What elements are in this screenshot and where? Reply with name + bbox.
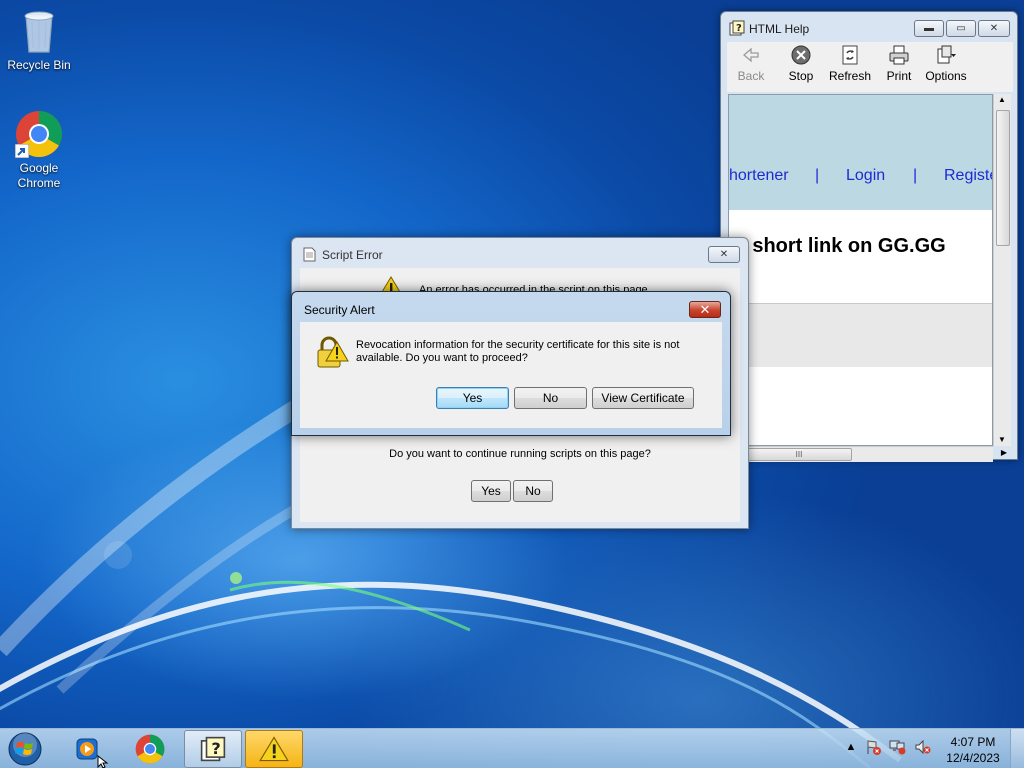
script-error-title: Script Error bbox=[322, 248, 383, 262]
chrome-label: Google Chrome bbox=[17, 161, 61, 190]
refresh-button[interactable]: Refresh bbox=[827, 44, 873, 90]
security-alert-title: Security Alert bbox=[304, 303, 375, 317]
horizontal-scroll-thumb[interactable]: III bbox=[746, 448, 852, 461]
security-yes-button[interactable]: Yes bbox=[436, 387, 509, 409]
print-label: Print bbox=[886, 69, 912, 83]
options-icon bbox=[935, 44, 957, 66]
site-header-band bbox=[729, 95, 992, 210]
stop-label: Stop bbox=[788, 69, 814, 83]
show-hidden-icons-button[interactable]: ▲ bbox=[842, 737, 860, 757]
clock-time: 4:07 PM bbox=[950, 735, 996, 749]
system-clock[interactable]: 4:07 PM 12/4/2023 bbox=[940, 734, 1006, 766]
options-label: Options bbox=[925, 69, 967, 83]
close-icon: ✕ bbox=[699, 301, 711, 317]
options-button[interactable]: Options bbox=[923, 44, 969, 90]
maximize-icon: ▭ bbox=[956, 23, 966, 34]
help-content-pane: hortener | Login | Registe et short link… bbox=[728, 94, 993, 446]
scroll-up-icon[interactable]: ▲ bbox=[998, 95, 1006, 104]
page-heading: et short link on GG.GG bbox=[729, 235, 946, 257]
vertical-scrollbar[interactable]: ▲ ▼ bbox=[993, 94, 1011, 446]
minimize-button[interactable]: ▬ bbox=[914, 20, 944, 37]
close-icon: ✕ bbox=[989, 23, 999, 34]
windows-logo-icon bbox=[8, 732, 42, 766]
security-alert-body: Revocation information for the security … bbox=[300, 322, 722, 428]
security-alert-message: Revocation information for the security … bbox=[356, 339, 680, 364]
taskbar-security-alert[interactable] bbox=[245, 730, 303, 768]
document-icon bbox=[303, 247, 316, 265]
security-no-button[interactable]: No bbox=[514, 387, 587, 409]
back-arrow-icon bbox=[740, 44, 762, 66]
maximize-button[interactable]: ▭ bbox=[946, 20, 976, 37]
network-icon[interactable] bbox=[889, 737, 907, 757]
vertical-scroll-thumb[interactable] bbox=[996, 110, 1010, 246]
volume-muted-icon[interactable] bbox=[914, 737, 932, 757]
close-button[interactable]: ✕ bbox=[978, 20, 1010, 37]
taskbar-html-help[interactable]: ? bbox=[184, 730, 242, 768]
taskbar-chrome[interactable] bbox=[121, 730, 179, 768]
warning-icon bbox=[259, 736, 289, 762]
nav-link-shortener[interactable]: hortener bbox=[729, 167, 789, 185]
action-center-icon[interactable] bbox=[864, 737, 882, 757]
back-label: Back bbox=[737, 69, 765, 83]
chrome-icon bbox=[135, 734, 165, 764]
security-close-button[interactable]: ✕ bbox=[689, 301, 721, 318]
recycle-bin-label: Recycle Bin bbox=[7, 58, 71, 72]
print-button[interactable]: Print bbox=[881, 44, 917, 90]
recycle-bin-icon bbox=[21, 8, 57, 54]
desktop-icon-google-chrome[interactable]: Google Chrome bbox=[1, 110, 77, 191]
svg-text:?: ? bbox=[211, 739, 220, 758]
chevron-up-icon: ▲ bbox=[845, 741, 857, 753]
horizontal-scrollbar[interactable]: III ▶ bbox=[728, 446, 1007, 462]
printer-icon bbox=[888, 44, 910, 66]
help-icon: ? bbox=[200, 736, 226, 762]
help-window-title: HTML Help bbox=[749, 22, 810, 36]
stop-icon bbox=[790, 44, 812, 66]
stop-button[interactable]: Stop bbox=[781, 44, 821, 90]
desktop-icon-recycle-bin[interactable]: Recycle Bin bbox=[1, 8, 77, 73]
script-yes-button[interactable]: Yes bbox=[471, 480, 511, 502]
html-help-window: ? HTML Help ▬ ▭ ✕ Back Stop Refresh Prin… bbox=[720, 11, 1018, 462]
script-no-button[interactable]: No bbox=[513, 480, 553, 502]
refresh-icon bbox=[839, 44, 861, 66]
nav-separator: | bbox=[815, 167, 820, 184]
nav-link-register[interactable]: Registe bbox=[944, 167, 992, 185]
help-icon: ? bbox=[729, 20, 745, 36]
clock-date: 12/4/2023 bbox=[946, 751, 1000, 765]
taskbar: ? ▲ 4:07 PM 12/4/2023 bbox=[0, 728, 1024, 768]
script-close-button[interactable]: ✕ bbox=[708, 246, 740, 263]
close-icon: ✕ bbox=[719, 249, 729, 260]
minimize-icon: ▬ bbox=[924, 23, 934, 34]
scroll-right-icon[interactable]: ▶ bbox=[1001, 448, 1007, 457]
content-gray-band bbox=[729, 303, 992, 367]
help-toolbar: Back Stop Refresh Print Options bbox=[727, 42, 1013, 92]
back-button[interactable]: Back bbox=[731, 44, 771, 90]
svg-text:?: ? bbox=[736, 23, 742, 34]
mouse-cursor-icon bbox=[97, 755, 109, 768]
show-desktop-button[interactable] bbox=[1010, 729, 1024, 768]
nav-separator: | bbox=[913, 167, 918, 184]
refresh-label: Refresh bbox=[828, 69, 872, 83]
padlock-warning-icon bbox=[315, 336, 349, 373]
shortcut-arrow-icon bbox=[15, 144, 29, 158]
scroll-down-icon[interactable]: ▼ bbox=[998, 435, 1006, 444]
nav-link-login[interactable]: Login bbox=[846, 167, 885, 185]
media-player-icon bbox=[76, 738, 98, 760]
start-button[interactable] bbox=[6, 731, 44, 767]
script-question: Do you want to continue running scripts … bbox=[389, 448, 651, 460]
security-alert-dialog: Security Alert ✕ Revocation information … bbox=[291, 291, 731, 436]
chrome-icon bbox=[15, 110, 63, 158]
view-certificate-button[interactable]: View Certificate bbox=[592, 387, 694, 409]
